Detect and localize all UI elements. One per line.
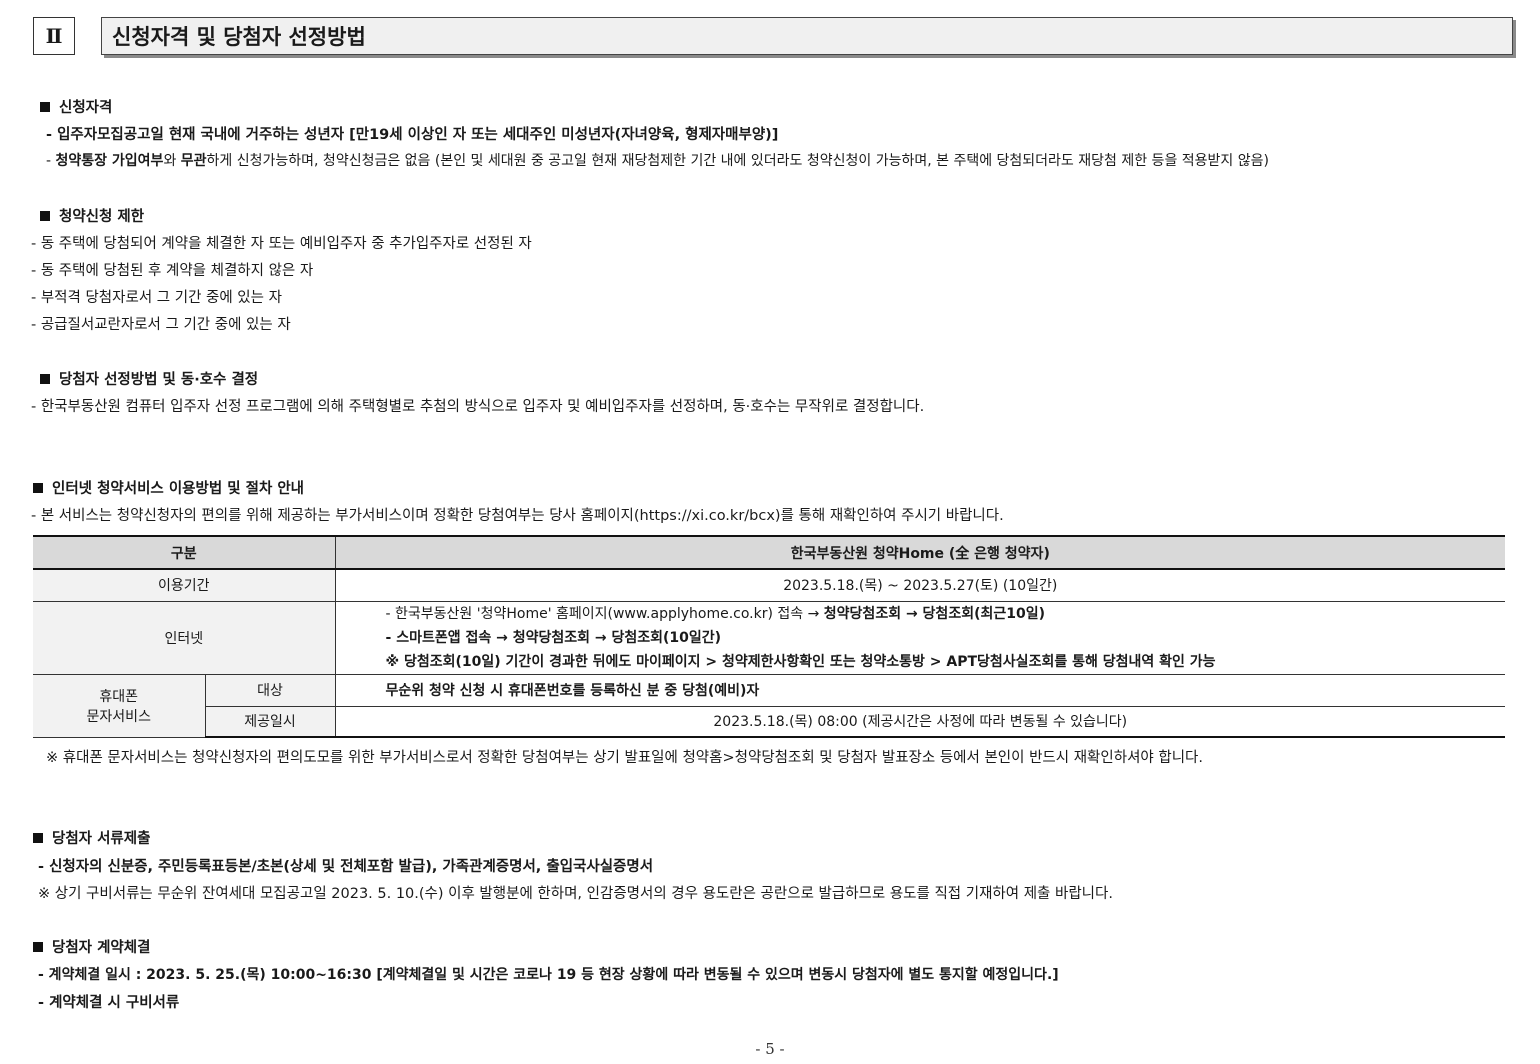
internet-line-3: ※ 당첨조회(10일) 기간이 경과한 뒤에도 마이페이지 > 청약제한사항확인… — [385, 653, 1216, 670]
documents-line-1: - 신청자의 신분증, 주민등록표등본/초본(상세 및 전체포함 발급), 가족… — [38, 859, 654, 875]
contract-heading-text: 당첨자 계약체결 — [52, 940, 151, 956]
table-header-provider: 한국부동산원 청약Home (全 은행 청약자) — [334, 535, 1506, 570]
bullet-square-icon — [33, 942, 43, 952]
eligibility-line-2: - 청약통장 가입여부와 무관하게 신청가능하며, 청약신청금은 없음 (본인 … — [46, 150, 1269, 170]
eligibility-line-2-rest: 하게 신청가능하며, 청약신청금은 없음 (본인 및 세대원 중 공고일 현재 … — [206, 153, 1269, 169]
restriction-item: - 부적격 당첨자로서 그 기간 중에 있는 자 — [31, 290, 282, 306]
bullet-square-icon — [33, 483, 43, 493]
eligibility-heading-text: 신청자격 — [59, 100, 113, 116]
eligibility-line-1: - 입주자모집공고일 현재 국내에 거주하는 성년자 [만19세 이상인 자 또… — [46, 127, 779, 143]
bullet-square-icon — [33, 833, 43, 843]
restriction-item: - 동 주택에 당첨되어 계약을 체결한 자 또는 예비입주자 중 추가입주자로… — [31, 236, 532, 252]
bullet-square-icon — [40, 102, 50, 112]
table-row: 휴대폰 문자서비스 대상 무순위 청약 신청 시 휴대폰번호를 등록하신 분 중… — [33, 673, 1506, 738]
section-number: Ⅱ — [33, 17, 75, 55]
period-label: 이용기간 — [33, 568, 336, 602]
contract-heading: 당첨자 계약체결 — [33, 936, 150, 957]
table-header-category: 구분 — [33, 535, 336, 570]
internet-heading-text: 인터넷 청약서비스 이용방법 및 절차 안내 — [52, 481, 305, 497]
internet-line-1: - 한국부동산원 '청약Home' 홈페이지(www.applyhome.co.… — [386, 602, 1500, 626]
bullet-square-icon — [40, 374, 50, 384]
selection-heading-text: 당첨자 선정방법 및 동·호수 결정 — [59, 372, 259, 388]
eligibility-line-2-bold-1: 청약통장 가입여부 — [55, 153, 164, 169]
internet-line-1-bold: 청약당첨조회 → 당첨조회(최근10일) — [823, 605, 1045, 622]
internet-value: - 한국부동산원 '청약Home' 홈페이지(www.applyhome.co.… — [334, 600, 1506, 675]
internet-text: - 본 서비스는 청약신청자의 편의를 위해 제공하는 부가서비스이며 정확한 … — [31, 508, 1004, 524]
sms-label-line-1: 휴대폰 — [99, 688, 139, 705]
time-value: 2023.5.18.(목) 08:00 (제공시간은 사정에 따라 변동될 수 … — [334, 705, 1506, 738]
restriction-heading: 청약신청 제한 — [40, 205, 144, 226]
target-value: 무순위 청약 신청 시 휴대폰번호를 등록하신 분 중 당첨(예비)자 — [334, 673, 1506, 707]
table-row: 이용기간 2023.5.18.(목) ~ 2023.5.27(토) (10일간) — [33, 568, 1506, 602]
internet-line-2: - 스마트폰앱 접속 → 청약당첨조회 → 당첨조회(10일간) — [385, 629, 722, 646]
contract-line-2: - 계약체결 시 구비서류 — [38, 995, 180, 1011]
documents-heading: 당첨자 서류제출 — [33, 827, 150, 848]
page-number: - 5 - — [755, 1040, 785, 1058]
section-title: 신청자격 및 당첨자 선정방법 — [101, 17, 1513, 55]
documents-note: ※ 상기 구비서류는 무순위 잔여세대 모집공고일 2023. 5. 10.(수… — [38, 886, 1113, 902]
eligibility-heading: 신청자격 — [40, 96, 112, 117]
eligibility-line-2-prefix: - — [46, 153, 56, 169]
table-header-row: 구분 한국부동산원 청약Home (全 은행 청약자) — [33, 535, 1506, 570]
target-label: 대상 — [204, 673, 336, 707]
selection-heading: 당첨자 선정방법 및 동·호수 결정 — [40, 368, 258, 389]
internet-heading: 인터넷 청약서비스 이용방법 및 절차 안내 — [33, 477, 304, 498]
internet-line-1-plain: - 한국부동산원 '청약Home' 홈페이지(www.applyhome.co.… — [385, 605, 824, 622]
period-value: 2023.5.18.(목) ~ 2023.5.27(토) (10일간) — [334, 568, 1506, 602]
eligibility-line-2-bold-2: 무관 — [180, 153, 207, 169]
time-label: 제공일시 — [204, 705, 336, 738]
internet-label: 인터넷 — [33, 600, 336, 675]
bullet-square-icon — [40, 211, 50, 221]
sms-label: 휴대폰 문자서비스 — [33, 673, 206, 738]
eligibility-line-2-mid: 와 — [163, 153, 181, 169]
service-table: 구분 한국부동산원 청약Home (全 은행 청약자) 이용기간 2023.5.… — [33, 535, 1506, 738]
restriction-item: - 동 주택에 당첨된 후 계약을 체결하지 않은 자 — [31, 263, 314, 279]
selection-text: - 한국부동산원 컴퓨터 입주자 선정 프로그램에 의해 주택형별로 추첨의 방… — [31, 399, 925, 415]
table-note: ※ 휴대폰 문자서비스는 청약신청자의 편의도모를 위한 부가서비스로서 정확한… — [46, 750, 1203, 766]
restriction-item: - 공급질서교란자로서 그 기간 중에 있는 자 — [31, 317, 291, 333]
table-row: 제공일시 2023.5.18.(목) 08:00 (제공시간은 사정에 따라 변… — [33, 705, 1506, 738]
contract-line-1: - 계약체결 일시 : 2023. 5. 25.(목) 10:00~16:30 … — [38, 967, 1059, 983]
documents-heading-text: 당첨자 서류제출 — [52, 831, 151, 847]
table-row: 인터넷 - 한국부동산원 '청약Home' 홈페이지(www.applyhome… — [33, 600, 1506, 675]
sms-label-line-2: 문자서비스 — [86, 708, 151, 725]
restriction-heading-text: 청약신청 제한 — [59, 209, 145, 225]
